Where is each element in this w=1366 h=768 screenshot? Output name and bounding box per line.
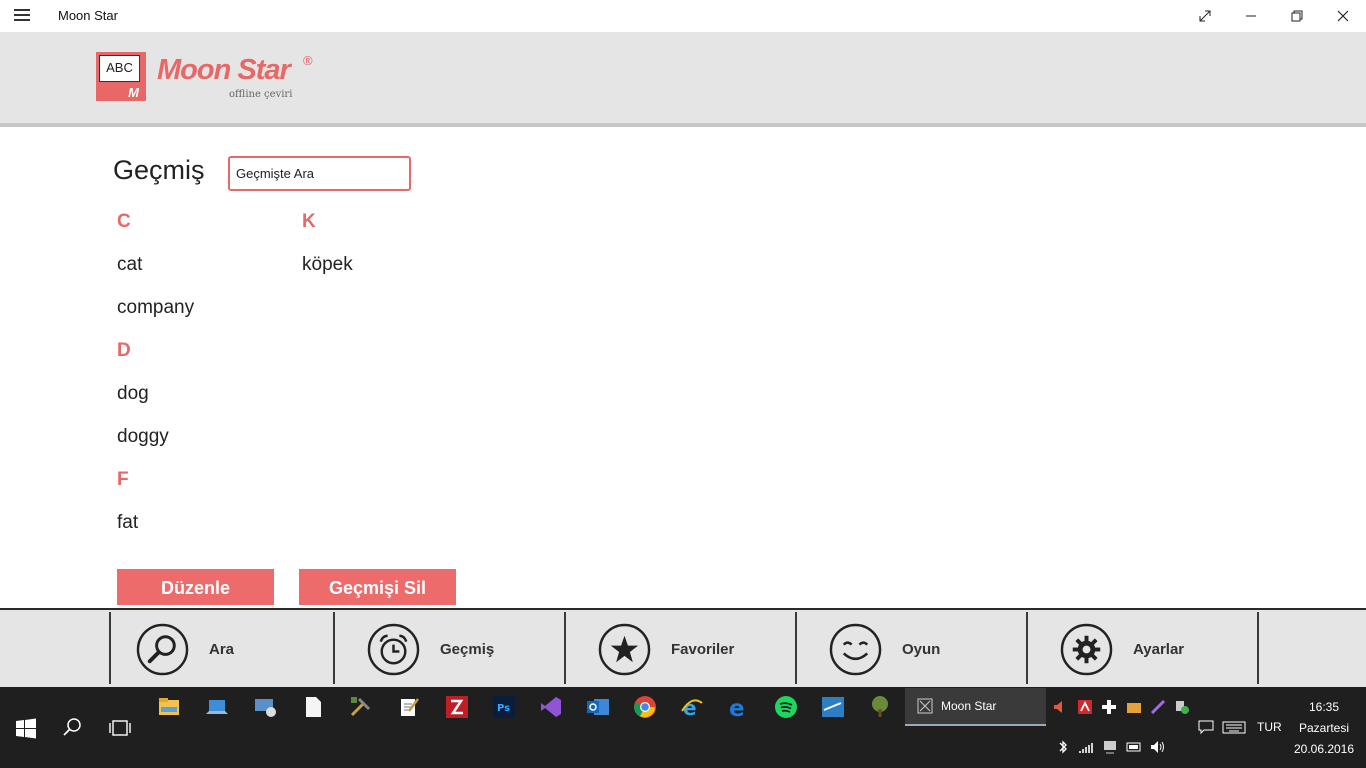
pen-icon[interactable] bbox=[1150, 699, 1166, 715]
smiley-icon bbox=[829, 623, 882, 675]
taskbar-running-app[interactable]: Moon Star bbox=[905, 688, 1046, 726]
volume-icon[interactable] bbox=[1150, 739, 1166, 755]
plus-icon[interactable] bbox=[1101, 699, 1117, 715]
nav-label: Oyun bbox=[902, 640, 941, 658]
brand-tagline: offline çeviri bbox=[229, 89, 293, 100]
antivirus-icon[interactable] bbox=[1077, 699, 1093, 715]
history-word[interactable]: company bbox=[117, 286, 287, 329]
close-button[interactable] bbox=[1320, 0, 1366, 32]
expand-icon bbox=[1199, 10, 1211, 22]
history-search-input[interactable] bbox=[228, 156, 411, 191]
signal-icon[interactable] bbox=[1078, 739, 1094, 755]
bluetooth-icon[interactable] bbox=[1055, 739, 1071, 755]
input-language[interactable]: TUR bbox=[1257, 720, 1282, 734]
photoshop-icon[interactable]: Ps bbox=[492, 695, 516, 719]
app-window-icon bbox=[917, 698, 933, 714]
section-letter: C bbox=[117, 211, 131, 232]
history-word[interactable]: köpek bbox=[302, 243, 472, 286]
restore-button[interactable] bbox=[1274, 0, 1320, 32]
app-icon[interactable] bbox=[821, 695, 845, 719]
action-center-icon[interactable] bbox=[1198, 719, 1214, 735]
window-title: Moon Star bbox=[58, 8, 118, 23]
page-title: Geçmiş bbox=[113, 155, 205, 185]
fullscreen-button[interactable] bbox=[1182, 0, 1228, 32]
task-view-icon[interactable] bbox=[108, 716, 132, 740]
star-icon bbox=[598, 623, 651, 675]
chrome-icon[interactable] bbox=[633, 695, 657, 719]
edit-button[interactable]: Düzenle bbox=[117, 569, 274, 605]
history-word[interactable]: fat bbox=[117, 501, 287, 544]
battery-icon[interactable] bbox=[1126, 739, 1142, 755]
history-word[interactable]: doggy bbox=[117, 415, 287, 458]
nav-label: Ayarlar bbox=[1133, 640, 1185, 658]
file-explorer-icon[interactable] bbox=[157, 695, 181, 719]
history-word[interactable]: cat bbox=[117, 243, 287, 286]
svg-text:Ps: Ps bbox=[497, 703, 510, 714]
nav-divider bbox=[795, 612, 797, 684]
tools-icon[interactable] bbox=[349, 695, 373, 719]
nav-divider bbox=[564, 612, 566, 684]
minimize-button[interactable] bbox=[1228, 0, 1274, 32]
running-app-label: Moon Star bbox=[941, 699, 997, 713]
remote-desktop-icon[interactable] bbox=[253, 695, 277, 719]
wallet-icon[interactable] bbox=[1126, 699, 1142, 715]
nav-divider bbox=[1257, 612, 1259, 684]
windows-start-icon[interactable] bbox=[14, 717, 38, 741]
laptop-icon[interactable] bbox=[205, 695, 229, 719]
clock-day: Pazartesi bbox=[1298, 721, 1350, 735]
header-divider bbox=[0, 123, 1366, 127]
history-word[interactable]: dog bbox=[117, 372, 287, 415]
nav-label: Ara bbox=[209, 640, 235, 658]
clear-history-button[interactable]: Geçmişi Sil bbox=[299, 569, 456, 605]
filezilla-icon[interactable] bbox=[445, 695, 469, 719]
logo-text: ABC bbox=[99, 55, 140, 82]
logo-mark: M bbox=[128, 85, 139, 100]
registered-mark: ® bbox=[303, 53, 313, 68]
display-icon[interactable] bbox=[1102, 739, 1118, 755]
minimize-icon bbox=[1246, 15, 1256, 17]
clock-date: 20.06.2016 bbox=[1293, 742, 1355, 756]
clock-time: 16:35 bbox=[1308, 700, 1340, 714]
history-column-2: Kköpek bbox=[302, 200, 472, 286]
nav-divider bbox=[333, 612, 335, 684]
document-icon[interactable] bbox=[301, 695, 325, 719]
nav-divider bbox=[1026, 612, 1028, 684]
notepad-icon[interactable] bbox=[397, 695, 421, 719]
nav-label: Geçmiş bbox=[440, 640, 495, 658]
section-letter: K bbox=[302, 211, 316, 232]
spotify-icon[interactable] bbox=[774, 695, 798, 719]
edge-icon[interactable]: e bbox=[727, 695, 751, 719]
keyboard-icon[interactable] bbox=[1222, 719, 1246, 735]
taskbar-clock[interactable]: 16:35 Pazartesi 20.06.2016 bbox=[1290, 697, 1358, 760]
search-icon[interactable] bbox=[60, 716, 84, 740]
nav-item-favoriler[interactable]: Favoriler bbox=[598, 620, 734, 678]
nav-item-gecmis[interactable]: Geçmiş bbox=[367, 620, 494, 678]
restore-icon bbox=[1291, 10, 1303, 22]
speaker-muted-icon[interactable] bbox=[1052, 699, 1068, 715]
nav-item-ayarlar[interactable]: Ayarlar bbox=[1060, 620, 1184, 678]
internet-explorer-icon[interactable]: e bbox=[680, 695, 704, 719]
tree-icon[interactable] bbox=[868, 695, 892, 719]
nav-label: Favoriler bbox=[671, 640, 735, 658]
section-letter: F bbox=[117, 469, 129, 490]
nav-item-oyun[interactable]: Oyun bbox=[829, 620, 940, 678]
logo-icon: ABC M bbox=[96, 52, 146, 101]
nav-divider bbox=[109, 612, 111, 684]
search-icon bbox=[136, 623, 189, 675]
outlook-icon[interactable] bbox=[586, 695, 610, 719]
history-column-1: Ccat company Ddog doggy Ffat bbox=[117, 200, 287, 544]
brand-name: Moon Star bbox=[157, 54, 291, 86]
alarm-clock-icon bbox=[367, 623, 420, 675]
title-bar: Moon Star bbox=[0, 0, 1366, 32]
nav-item-ara[interactable]: Ara bbox=[136, 620, 234, 678]
security-check-icon[interactable] bbox=[1174, 699, 1190, 715]
visual-studio-icon[interactable] bbox=[539, 695, 563, 719]
hamburger-menu-icon[interactable] bbox=[14, 9, 30, 23]
gear-icon bbox=[1060, 623, 1113, 675]
close-icon bbox=[1337, 10, 1349, 22]
section-letter: D bbox=[117, 340, 131, 361]
svg-text:e: e bbox=[729, 696, 745, 719]
